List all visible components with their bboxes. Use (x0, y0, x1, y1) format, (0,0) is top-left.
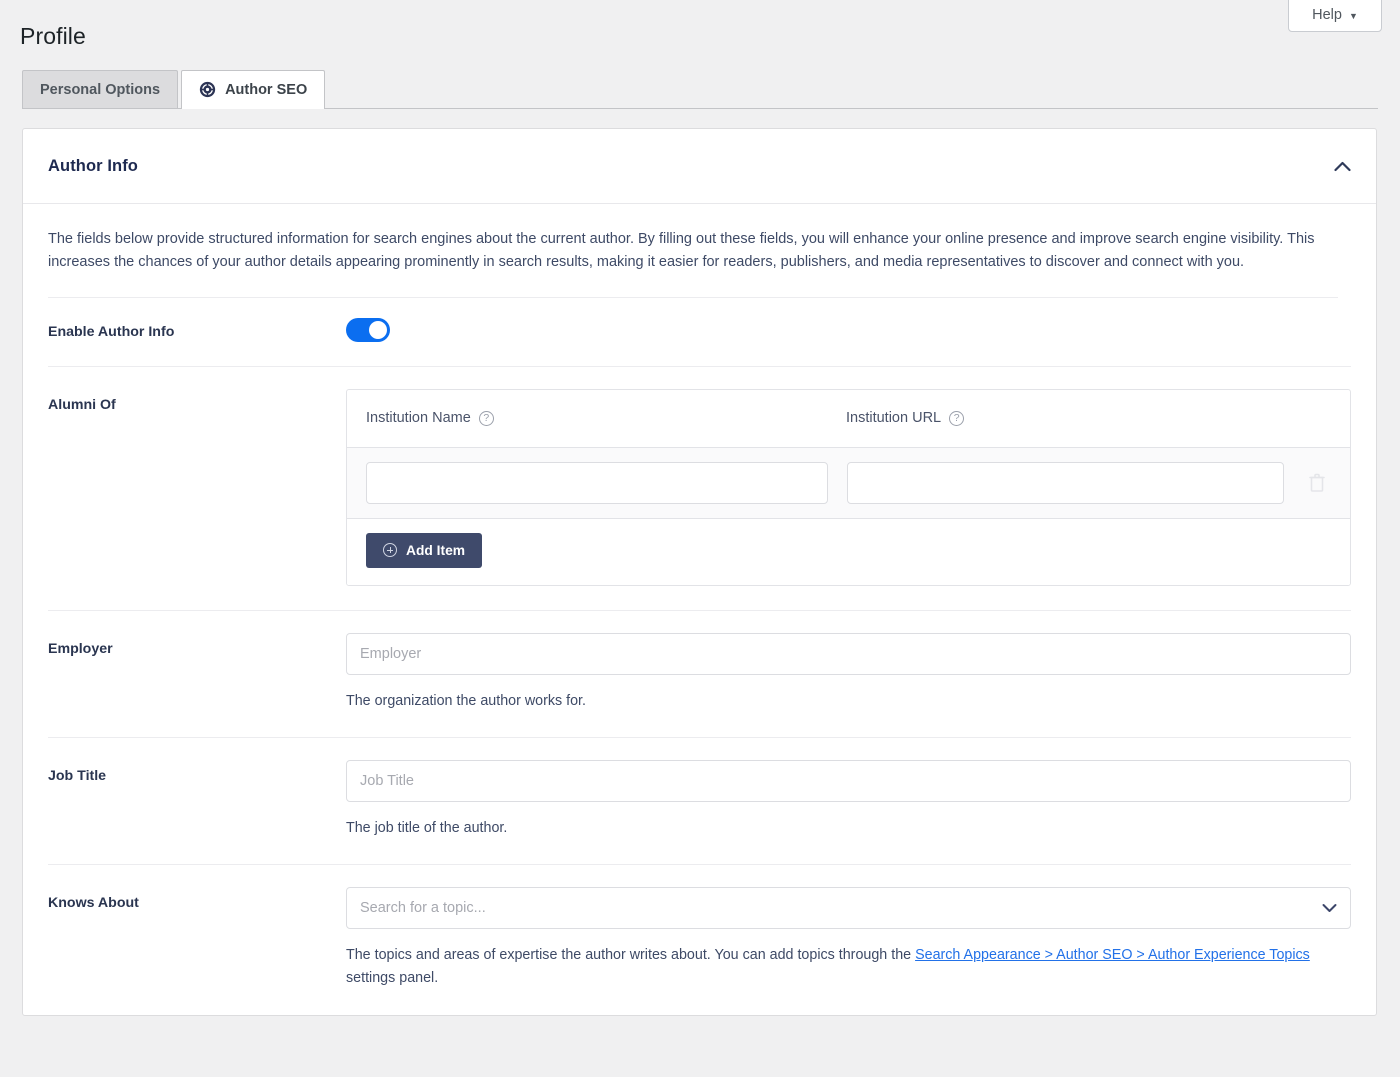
question-mark-icon[interactable]: ? (949, 410, 965, 426)
chevron-down-icon: ▼ (1348, 11, 1358, 21)
employer-label: Employer (48, 640, 113, 657)
knows-about-select-wrap (346, 887, 1351, 930)
tab-author-seo-label: Author SEO (225, 81, 308, 98)
knows-about-description-after: settings panel. (346, 970, 439, 987)
author-info-panel-header[interactable]: Author Info (23, 129, 1376, 204)
enable-author-info-field (346, 316, 1351, 347)
chevron-up-icon[interactable] (1334, 161, 1351, 172)
enable-author-info-label: Enable Author Info (48, 323, 175, 340)
alumni-of-table-footer: Add Item (347, 518, 1350, 585)
row-job-title: Job Title The job title of the author. (48, 738, 1351, 866)
knows-about-label: Knows About (48, 895, 139, 912)
column-header-institution-url: Institution URL ? (846, 410, 1331, 426)
cell-institution-name (366, 461, 828, 504)
table-row (347, 447, 1350, 519)
row-enable-author-info: Enable Author Info (48, 298, 1351, 367)
author-experience-topics-link[interactable]: Search Appearance > Author SEO > Author … (915, 947, 1310, 963)
tab-personal-options-label: Personal Options (40, 81, 161, 98)
employer-input[interactable] (346, 632, 1351, 675)
alumni-of-repeater: Institution Name ? Institution URL ? Add… (346, 388, 1351, 586)
alumni-of-label: Alumni Of (48, 396, 116, 413)
author-info-panel-body: The fields below provide structured info… (23, 204, 1376, 1015)
author-info-panel: Author Info The fields below provide str… (22, 128, 1377, 1016)
column-header-institution-name-label: Institution Name (366, 410, 471, 427)
employer-field: The organization the author works for. (346, 632, 1351, 713)
plus-circle-icon (383, 543, 397, 558)
rank-math-logo-icon (199, 81, 216, 98)
row-alumni-of: Alumni Of Institution Name ? Institution… (48, 367, 1351, 611)
alumni-of-table-header: Institution Name ? Institution URL ? (347, 390, 1350, 448)
tab-author-seo[interactable]: Author SEO (181, 70, 326, 109)
add-item-button[interactable]: Add Item (366, 532, 483, 568)
knows-about-description-before: The topics and areas of expertise the au… (346, 947, 916, 964)
employer-description: The organization the author works for. (346, 692, 587, 709)
tab-bar: Personal Options Author SEO (22, 70, 1378, 109)
trash-icon[interactable] (1309, 473, 1325, 493)
add-item-button-label: Add Item (406, 542, 466, 558)
knows-about-search-input[interactable] (346, 887, 1351, 930)
alumni-of-field: Institution Name ? Institution URL ? Add… (346, 388, 1351, 586)
knows-about-field: The topics and areas of expertise the au… (346, 887, 1351, 990)
question-mark-icon[interactable]: ? (478, 410, 494, 426)
institution-url-input[interactable] (847, 461, 1284, 504)
row-employer: Employer The organization the author wor… (48, 611, 1351, 739)
toggle-knob (369, 320, 387, 339)
page-title: Profile (20, 23, 86, 49)
enable-author-info-toggle[interactable] (346, 317, 390, 342)
job-title-input[interactable] (346, 760, 1351, 803)
row-knows-about: Knows About The topics and areas of expe… (48, 865, 1351, 1014)
knows-about-description: The topics and areas of expertise the au… (346, 944, 1351, 990)
cell-institution-url (847, 461, 1284, 504)
job-title-description: The job title of the author. (346, 820, 508, 837)
cell-delete (1303, 473, 1331, 493)
institution-name-input[interactable] (366, 461, 828, 504)
job-title-field: The job title of the author. (346, 760, 1351, 840)
job-title-label: Job Title (48, 768, 107, 785)
help-button[interactable]: Help ▼ (1288, 0, 1382, 32)
column-header-institution-name: Institution Name ? (366, 410, 846, 426)
column-header-institution-url-label: Institution URL (846, 410, 942, 427)
tab-personal-options[interactable]: Personal Options (22, 70, 179, 108)
author-info-title: Author Info (48, 156, 138, 175)
author-info-description: The fields below provide structured info… (48, 204, 1338, 298)
profile-page: Help ▼ Profile Personal Options Author S… (0, 0, 1400, 1077)
help-button-label: Help (1312, 7, 1342, 23)
